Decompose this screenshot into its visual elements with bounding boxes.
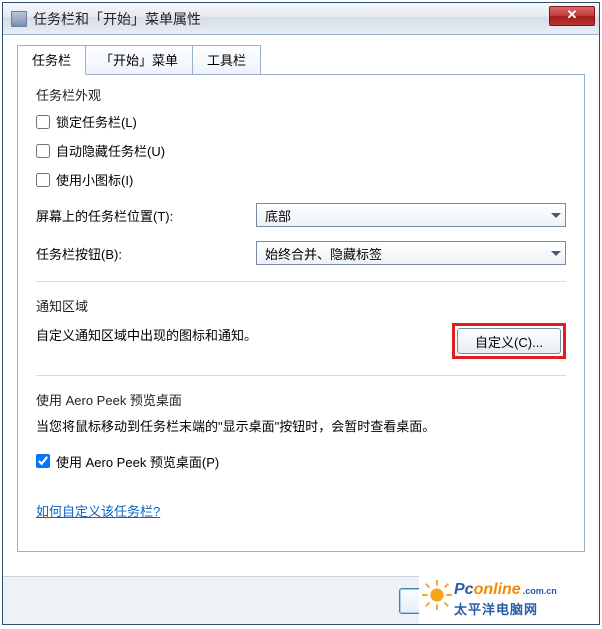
tab-taskbar[interactable]: 任务栏 xyxy=(17,45,86,75)
divider xyxy=(36,281,566,282)
taskbar-buttons-row: 任务栏按钮(B): 始终合并、隐藏标签 xyxy=(36,241,566,265)
small-icons-checkbox[interactable] xyxy=(36,173,50,187)
autohide-row: 自动隐藏任务栏(U) xyxy=(36,141,566,160)
button-bar: 确定 取 Pconline.com.cn 太平洋电脑网 xyxy=(3,576,599,624)
position-combobox[interactable]: 底部 xyxy=(256,203,566,227)
taskbar-buttons-combobox[interactable]: 始终合并、隐藏标签 xyxy=(256,241,566,265)
divider xyxy=(36,375,566,376)
chevron-down-icon xyxy=(551,213,561,218)
cancel-button[interactable]: 取 xyxy=(495,588,581,614)
group-appearance-label: 任务栏外观 xyxy=(36,85,566,104)
titlebar[interactable]: 任务栏和「开始」菜单属性 ✕ xyxy=(3,3,599,35)
tab-toolbars[interactable]: 工具栏 xyxy=(192,45,261,75)
position-label: 屏幕上的任务栏位置(T): xyxy=(36,206,256,225)
position-row: 屏幕上的任务栏位置(T): 底部 xyxy=(36,203,566,227)
close-button[interactable]: ✕ xyxy=(549,6,595,26)
aero-desc: 当您将鼠标移动到任务栏末端的"显示桌面"按钮时，会暂时查看桌面。 xyxy=(36,417,566,438)
taskbar-buttons-label: 任务栏按钮(B): xyxy=(36,244,256,263)
properties-dialog: 任务栏和「开始」菜单属性 ✕ 任务栏 「开始」菜单 工具栏 任务栏外观 锁定任务… xyxy=(2,2,600,625)
autohide-label: 自动隐藏任务栏(U) xyxy=(56,141,165,160)
dialog-body: 任务栏 「开始」菜单 工具栏 任务栏外观 锁定任务栏(L) 自动隐藏任务栏(U)… xyxy=(3,35,599,576)
notify-row: 自定义通知区域中出现的图标和通知。 自定义(C)... xyxy=(36,323,566,359)
customize-button[interactable]: 自定义(C)... xyxy=(457,328,561,354)
close-icon: ✕ xyxy=(567,7,578,23)
ok-button[interactable]: 确定 xyxy=(399,588,485,614)
small-icons-row: 使用小图标(I) xyxy=(36,170,566,189)
lock-taskbar-checkbox[interactable] xyxy=(36,115,50,129)
highlight-box: 自定义(C)... xyxy=(452,323,566,359)
chevron-down-icon xyxy=(551,251,561,256)
group-aero-label: 使用 Aero Peek 预览桌面 xyxy=(36,390,566,409)
aero-peek-row: 使用 Aero Peek 预览桌面(P) xyxy=(36,452,566,471)
group-notify-label: 通知区域 xyxy=(36,296,566,315)
notify-desc: 自定义通知区域中出现的图标和通知。 xyxy=(36,323,444,344)
tab-start-menu[interactable]: 「开始」菜单 xyxy=(85,45,193,75)
help-link[interactable]: 如何自定义该任务栏? xyxy=(36,501,160,520)
small-icons-label: 使用小图标(I) xyxy=(56,170,133,189)
aero-peek-checkbox[interactable] xyxy=(36,454,50,468)
position-value: 底部 xyxy=(265,206,291,225)
aero-peek-label: 使用 Aero Peek 预览桌面(P) xyxy=(56,452,219,471)
lock-taskbar-row: 锁定任务栏(L) xyxy=(36,112,566,131)
tab-panel-taskbar: 任务栏外观 锁定任务栏(L) 自动隐藏任务栏(U) 使用小图标(I) 屏幕上的任… xyxy=(17,74,585,552)
lock-taskbar-label: 锁定任务栏(L) xyxy=(56,112,137,131)
autohide-checkbox[interactable] xyxy=(36,144,50,158)
tab-strip: 任务栏 「开始」菜单 工具栏 xyxy=(17,45,585,75)
taskbar-buttons-value: 始终合并、隐藏标签 xyxy=(265,244,382,263)
window-icon xyxy=(11,11,27,27)
window-title: 任务栏和「开始」菜单属性 xyxy=(33,9,201,29)
